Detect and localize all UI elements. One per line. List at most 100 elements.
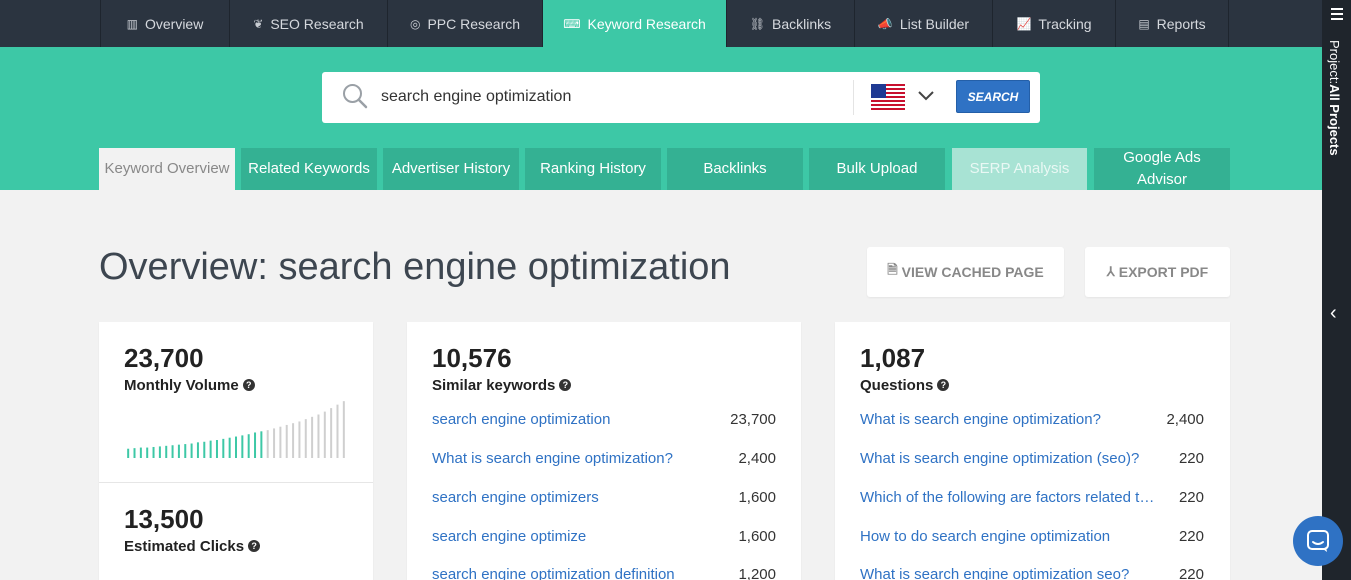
question-link[interactable]: What is search engine optimization? [860, 411, 1101, 428]
question-volume: 220 [1178, 489, 1204, 506]
document-icon: ▤ [1138, 16, 1150, 31]
project-label: Project: [1327, 40, 1342, 85]
list-item: search engine optimization 23,700 [432, 411, 776, 431]
nav-seo-research[interactable]: ❦ SEO Research [229, 0, 387, 47]
project-value: All Projects [1327, 84, 1342, 156]
question-link[interactable]: Which of the following are factors relat… [860, 489, 1160, 506]
sparkline-bar [215, 440, 218, 458]
sparkline-bar [190, 443, 193, 458]
help-icon[interactable]: ? [248, 540, 261, 552]
similar-keywords-count: 10,576 [432, 343, 512, 373]
target-icon: ◎ [409, 16, 421, 31]
tab-advertiser-history[interactable]: Advertiser History [383, 148, 519, 190]
sparkline-bar [177, 444, 180, 458]
help-icon[interactable]: ? [937, 379, 950, 391]
chevron-down-icon[interactable] [916, 88, 936, 102]
nav-label: Overview [144, 15, 204, 32]
top-navigation: ▥ Overview ❦ SEO Research ◎ PPC Research ⌨ K… [0, 0, 1322, 47]
volume-trend-sparkline [127, 401, 345, 458]
question-volume: 220 [1178, 566, 1204, 580]
sparkline-bar [247, 434, 250, 458]
tab-ranking-history[interactable]: Ranking History [525, 148, 661, 190]
project-selector[interactable]: Project:All Projects [1327, 40, 1342, 156]
tab-bulk-upload[interactable]: Bulk Upload [809, 148, 945, 190]
nav-label: Keyword Research [587, 15, 706, 32]
nav-label: PPC Research [427, 15, 521, 32]
tab-google-ads-advisor[interactable]: Google Ads Advisor [1094, 148, 1230, 190]
link-icon: ⛓ [749, 16, 766, 31]
us-flag-icon[interactable] [871, 84, 905, 110]
page-title: Overview: search engine optimization [99, 246, 731, 288]
chevron-left-icon[interactable]: ‹ [1330, 302, 1337, 325]
sparkline-bar [260, 431, 263, 458]
search-button[interactable]: SEARCH [956, 80, 1030, 113]
sparkline-bar [184, 444, 187, 458]
sparkline-bar [222, 438, 225, 458]
project-sidebar: Project:All Projects ‹ [1322, 0, 1351, 580]
list-item: What is search engine optimization seo? … [860, 566, 1204, 580]
keyword-link[interactable]: search engine optimizers [432, 489, 599, 506]
list-item: What is search engine optimization? 2,40… [432, 450, 776, 470]
nav-label: Reports [1156, 15, 1206, 32]
megaphone-icon: 📣 [877, 16, 893, 31]
help-icon[interactable]: ? [559, 379, 572, 391]
sparkline-bar [292, 423, 295, 458]
document-icon: 🗎 [887, 262, 898, 277]
sparkline-bar [304, 419, 307, 458]
nav-overview[interactable]: ▥ Overview [100, 0, 229, 47]
hamburger-menu-icon[interactable] [1331, 8, 1343, 23]
question-link[interactable]: What is search engine optimization seo? [860, 566, 1129, 580]
help-icon[interactable]: ? [242, 379, 255, 391]
similar-keywords-label: Similar keywords? [432, 377, 572, 394]
sparkline-bar [330, 408, 333, 458]
sparkline-bar [273, 428, 276, 458]
search-input[interactable]: search engine optimization [381, 88, 571, 106]
keyword-volume: 1,600 [738, 528, 776, 545]
sparkline-bar [235, 436, 237, 458]
keyword-link[interactable]: search engine optimization definition [432, 566, 675, 580]
bar-chart-icon: ▥ [126, 16, 138, 31]
sparkline-bar [317, 414, 320, 458]
question-link[interactable]: What is search engine optimization (seo)… [860, 450, 1139, 467]
keyword-volume: 1,600 [738, 489, 776, 506]
view-cached-page-button[interactable]: 🗎 VIEW CACHED PAGE [867, 247, 1064, 297]
nav-reports[interactable]: ▤ Reports [1115, 0, 1229, 47]
sparkline-bar [323, 411, 326, 458]
list-item: search engine optimize 1,600 [432, 528, 776, 548]
nav-label: SEO Research [270, 15, 364, 32]
question-volume: 2,400 [1166, 411, 1204, 428]
sparkline-bar [228, 437, 231, 458]
export-pdf-button[interactable]: ⅄ EXPORT PDF [1085, 247, 1230, 297]
label-text: Estimated Clicks [124, 538, 245, 555]
sparkline-bar [254, 432, 257, 458]
tab-keyword-overview[interactable]: Keyword Overview [99, 148, 235, 190]
nav-list-builder[interactable]: 📣 List Builder [854, 0, 992, 47]
sparkline-bar [127, 448, 130, 458]
keyboard-icon: ⌨ [563, 16, 581, 31]
list-item: What is search engine optimization (seo)… [860, 450, 1204, 470]
tab-related-keywords[interactable]: Related Keywords [241, 148, 377, 190]
questions-label: Questions? [860, 377, 950, 394]
nav-keyword-research[interactable]: ⌨ Keyword Research [542, 0, 726, 47]
tab-backlinks[interactable]: Backlinks [667, 148, 803, 190]
nav-backlinks[interactable]: ⛓ Backlinks [726, 0, 854, 47]
sparkline-bar [139, 447, 142, 458]
question-link[interactable]: How to do search engine optimization [860, 528, 1110, 545]
card-divider [99, 482, 373, 483]
nav-tracking[interactable]: 📈 Tracking [992, 0, 1115, 47]
keyword-link[interactable]: search engine optimization [432, 411, 610, 428]
chat-launcher-button[interactable] [1293, 516, 1343, 566]
nav-ppc-research[interactable]: ◎ PPC Research [387, 0, 542, 47]
tab-serp-analysis: SERP Analysis [952, 148, 1087, 190]
list-item: What is search engine optimization? 2,40… [860, 411, 1204, 431]
keyword-volume: 1,200 [738, 566, 776, 580]
sparkline-bar [196, 442, 199, 458]
search-divider [853, 80, 854, 115]
sparkline-bar [158, 446, 161, 458]
sparkline-bar [336, 404, 339, 458]
keyword-link[interactable]: search engine optimize [432, 528, 586, 545]
search-icon [343, 84, 368, 109]
keyword-link[interactable]: What is search engine optimization? [432, 450, 673, 467]
search-bar: search engine optimization SEARCH [322, 72, 1040, 123]
sparkline-bar [279, 426, 282, 458]
